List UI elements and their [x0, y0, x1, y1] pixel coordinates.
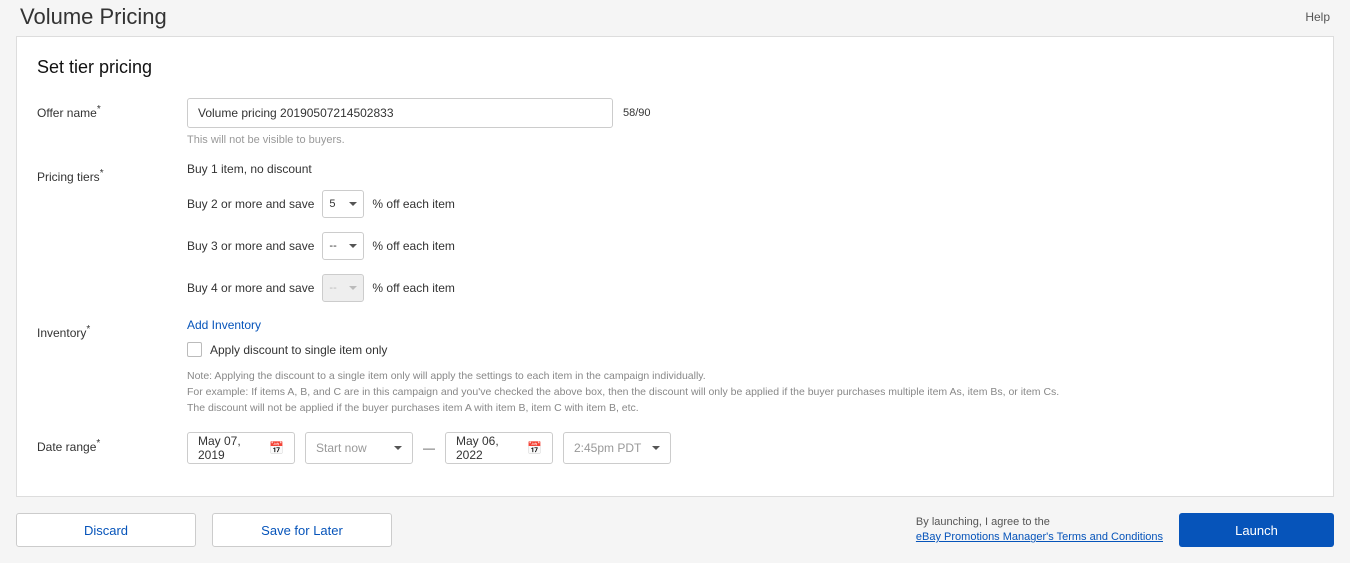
discard-button[interactable]: Discard: [16, 513, 196, 547]
offer-name-hint: This will not be visible to buyers.: [187, 134, 1313, 146]
calendar-icon: 📅: [527, 442, 542, 454]
launch-button[interactable]: Launch: [1179, 513, 1334, 547]
add-inventory-link[interactable]: Add Inventory: [187, 318, 1313, 332]
tier-2-select[interactable]: 5: [322, 190, 364, 218]
date-range-separator: —: [423, 441, 435, 455]
panel-title: Set tier pricing: [37, 57, 1313, 78]
save-for-later-button[interactable]: Save for Later: [212, 513, 392, 547]
tier-3-prefix: Buy 3 or more and save: [187, 239, 314, 253]
tier-4-prefix: Buy 4 or more and save: [187, 281, 314, 295]
end-time-select[interactable]: 2:45pm PDT: [563, 432, 671, 464]
chevron-down-icon: [652, 446, 660, 450]
tier-1-line: Buy 1 item, no discount: [187, 162, 1313, 176]
calendar-icon: 📅: [269, 442, 284, 454]
tier-3-select[interactable]: --: [322, 232, 364, 260]
tier-pricing-panel: Set tier pricing Offer name* 58/90 This …: [16, 36, 1334, 497]
help-link[interactable]: Help: [1305, 10, 1330, 24]
chevron-down-icon: [349, 202, 357, 206]
offer-name-input[interactable]: [187, 98, 613, 128]
tier-2-prefix: Buy 2 or more and save: [187, 197, 314, 211]
page-title: Volume Pricing: [20, 4, 167, 30]
pricing-tiers-label: Pricing tiers*: [37, 162, 187, 184]
chevron-down-icon: [394, 446, 402, 450]
inventory-note: Note: Applying the discount to a single …: [187, 369, 1187, 416]
offer-name-label: Offer name*: [37, 98, 187, 120]
terms-link[interactable]: eBay Promotions Manager's Terms and Cond…: [916, 531, 1163, 543]
tier-2-suffix: % off each item: [372, 197, 455, 211]
single-item-only-label: Apply discount to single item only: [210, 343, 387, 357]
inventory-label: Inventory*: [37, 318, 187, 340]
start-date-input[interactable]: May 07, 2019 📅: [187, 432, 295, 464]
tier-3-suffix: % off each item: [372, 239, 455, 253]
chevron-down-icon: [349, 244, 357, 248]
terms-notice: By launching, I agree to the eBay Promot…: [916, 515, 1163, 546]
start-time-select[interactable]: Start now: [305, 432, 413, 464]
chevron-down-icon: [349, 286, 357, 290]
end-date-input[interactable]: May 06, 2022 📅: [445, 432, 553, 464]
date-range-label: Date range*: [37, 432, 187, 454]
tier-4-select[interactable]: --: [322, 274, 364, 302]
tier-4-suffix: % off each item: [372, 281, 455, 295]
offer-name-counter: 58/90: [623, 107, 651, 119]
single-item-only-checkbox[interactable]: [187, 342, 202, 357]
